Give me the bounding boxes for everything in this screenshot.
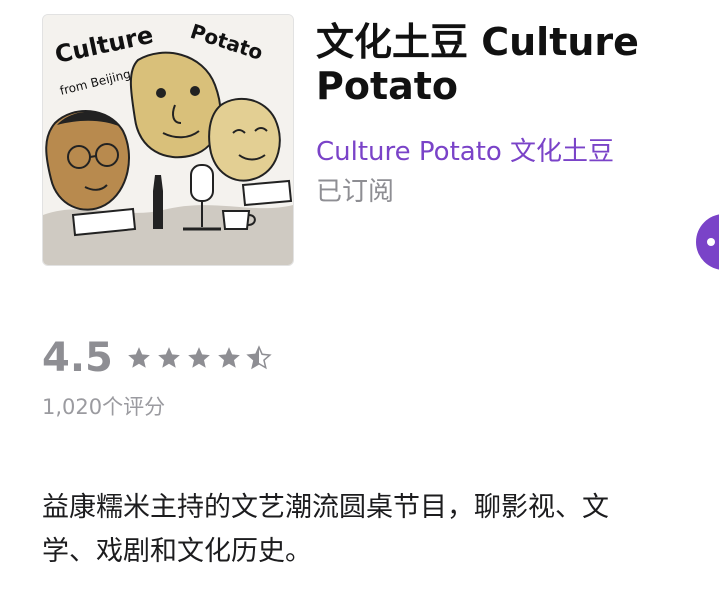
rating-summary: 4.5 <box>42 334 273 382</box>
podcast-artwork: Culture Potato from Beijing <box>42 14 294 266</box>
podcast-description: 益康糯米主持的文艺潮流圆桌节目，聊影视、文 学、戏剧和文化历史。 <box>42 492 609 567</box>
podcast-title: 文化土豆 Culture Potato <box>316 20 639 108</box>
more-dots-icon <box>707 238 715 246</box>
rating-count: 1,020个评分 <box>42 395 166 419</box>
artwork-illustration: Culture Potato from Beijing <box>43 15 293 265</box>
star-full-icon <box>218 347 240 368</box>
rating-stars <box>125 345 273 371</box>
star-full-icon <box>158 347 180 368</box>
rating-value: 4.5 <box>42 335 113 381</box>
podcast-author-link[interactable]: Culture Potato 文化土豆 <box>316 134 614 170</box>
subscription-status: 已订阅 <box>316 177 395 207</box>
star-half-icon <box>246 345 272 370</box>
star-full-icon <box>188 347 210 368</box>
star-full-icon <box>128 347 150 368</box>
more-options-button[interactable] <box>696 214 719 270</box>
